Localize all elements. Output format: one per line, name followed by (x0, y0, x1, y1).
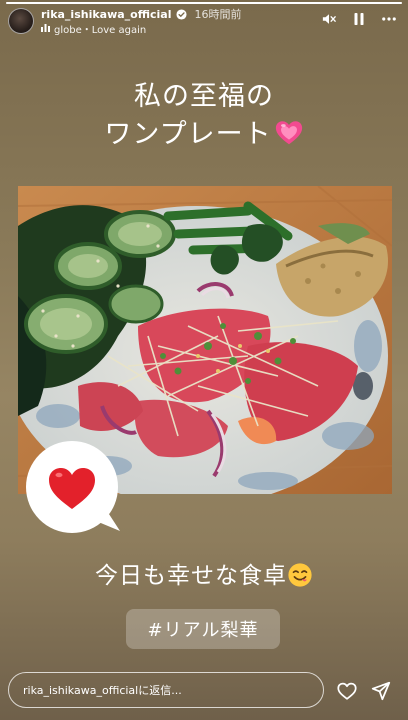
emoji-reaction-sticker[interactable] (22, 439, 124, 535)
username[interactable]: rika_ishikawa_official (41, 8, 172, 21)
heart-icon[interactable] (336, 680, 358, 702)
story-progress-bar (6, 2, 402, 4)
pause-icon[interactable] (352, 12, 366, 26)
story-view[interactable]: rika_ishikawa_official 16時間前 globe・Love … (0, 0, 408, 720)
hashtag-sticker[interactable]: #リアル梨華 (126, 609, 280, 649)
more-icon[interactable] (382, 12, 396, 26)
story-caption: 今日も幸せな食卓 (0, 556, 408, 590)
yum-face-emoji-icon (288, 563, 312, 587)
story-title: 私の至福の ワンプレート (0, 78, 408, 154)
music-bars-icon (41, 24, 50, 32)
title-line-2: ワンプレート (0, 116, 408, 154)
story-header: rika_ishikawa_official 16時間前 globe・Love … (8, 6, 400, 36)
header-text: rika_ishikawa_official 16時間前 globe・Love … (41, 6, 242, 36)
story-controls (322, 6, 400, 32)
story-progress-fill (6, 2, 402, 4)
title-line-1: 私の至福の (134, 81, 274, 112)
avatar[interactable] (8, 8, 34, 34)
timestamp: 16時間前 (194, 8, 242, 21)
caption-text: 今日も幸せな食卓 (95, 563, 287, 589)
growing-heart-emoji-icon (275, 121, 302, 145)
verified-badge-icon (175, 8, 187, 20)
send-icon[interactable] (370, 680, 392, 702)
reply-input[interactable]: rika_ishikawa_officialに返信... (8, 672, 324, 708)
music-attribution[interactable]: globe・Love again (41, 22, 242, 36)
music-label: globe・Love again (54, 24, 147, 36)
title-line-2-text: ワンプレート (104, 119, 272, 150)
mute-icon[interactable] (322, 12, 336, 26)
